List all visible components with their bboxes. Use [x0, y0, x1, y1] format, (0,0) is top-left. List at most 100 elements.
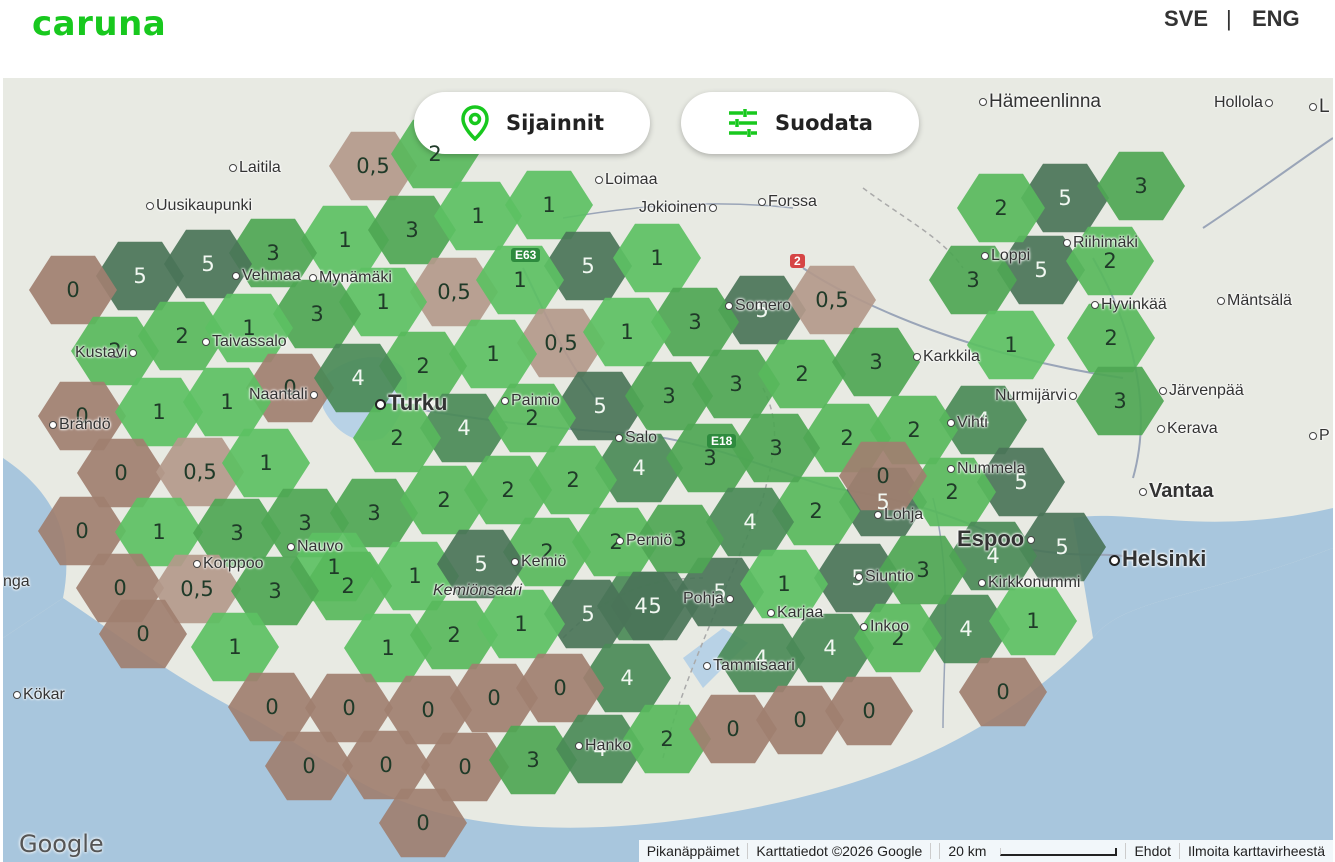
hex-value: 0: [793, 708, 807, 732]
hex-value: 1: [327, 555, 341, 579]
hex-value: 1: [471, 204, 485, 228]
hex-value: 3: [869, 350, 883, 374]
map-view[interactable]: Sijainnit Suodata E63 E18 2 0,5 2 1 3 1 3 5 5 1 5…: [3, 78, 1333, 862]
place-paimio: Paimio: [501, 392, 560, 410]
place-pernio: Perniö: [616, 532, 672, 550]
hex-value: 0: [862, 699, 876, 723]
hex-value: 4: [959, 617, 973, 641]
place-jokioinen: Jokioinen: [639, 199, 719, 217]
lang-sve-link[interactable]: SVE: [1164, 6, 1208, 32]
place-kemionsaari: Kemiönsaari: [433, 582, 522, 599]
place-kerava: Kerava: [1157, 420, 1218, 438]
hex-value: 2: [416, 354, 430, 378]
place-riihimaki: Riihimäki: [1063, 234, 1138, 252]
hex-value: 0: [265, 695, 279, 719]
place-siuntio: Siuntio: [855, 568, 914, 586]
hex-value: 2: [795, 362, 809, 386]
place-nummela: Nummela: [947, 460, 1025, 478]
hex-value: 1: [486, 342, 500, 366]
hex-value: 3: [662, 384, 676, 408]
google-logo[interactable]: Google: [19, 830, 104, 858]
map-data-label: Karttatiedot ©2026 Google: [747, 843, 930, 859]
place-nurmijarvi: Nurmijärvi: [995, 387, 1079, 405]
hex-value: 2: [907, 418, 921, 442]
place-tammisaari: Tammisaari: [703, 657, 795, 675]
hex-value: 3: [526, 748, 540, 772]
place-pohja: Pohja: [683, 590, 736, 608]
hex-value: 3: [673, 527, 687, 551]
hex-value: 0,5: [183, 460, 217, 484]
hex-value: 0,5: [437, 280, 471, 304]
hex-value: 1: [542, 193, 556, 217]
place-loppi: Loppi: [981, 247, 1030, 265]
hex-value: 3: [729, 372, 743, 396]
hex-value: 2: [945, 480, 959, 504]
place-somero: Somero: [725, 297, 791, 315]
map-pin-icon: [461, 105, 489, 141]
hex-value: 3: [367, 501, 381, 525]
lang-eng-link[interactable]: ENG: [1252, 6, 1300, 32]
hex-value: 1: [381, 636, 395, 660]
place-kustavi: Kustavi: [75, 344, 139, 362]
map-attribution-bar: Pikanäppäimet Karttatiedot ©2026 Google …: [638, 840, 1333, 862]
hex-value: 1: [220, 390, 234, 414]
hex-value: 0: [726, 717, 740, 741]
hex-value: 0: [342, 696, 356, 720]
place-vihti: Vihti: [947, 414, 988, 432]
report-map-error-link[interactable]: Ilmoita karttavirheestä: [1179, 843, 1333, 859]
place-karjaa: Karjaa: [767, 604, 823, 622]
hex-value: 1: [650, 246, 664, 270]
hex-value: 1: [152, 400, 166, 424]
hex-value: 1: [513, 268, 527, 292]
scale-indicator[interactable]: 20 km: [930, 843, 1125, 859]
hex-value: 2: [390, 426, 404, 450]
place-p: P: [1309, 427, 1330, 445]
filter-button[interactable]: Suodata: [681, 92, 919, 154]
hex-value: 3: [966, 268, 980, 292]
filter-label: Suodata: [775, 111, 873, 135]
place-laitila: Laitila: [229, 159, 281, 177]
hex-value: 1: [514, 612, 528, 636]
hex-value: 2: [840, 426, 854, 450]
place-hyvinkaa: Hyvinkää: [1091, 296, 1167, 314]
place-turku: Turku: [375, 390, 447, 416]
place-mantsala: Mäntsälä: [1217, 292, 1292, 310]
hex-value: 4: [743, 510, 757, 534]
place-korppoo: Korppoo: [193, 555, 264, 573]
place-helsinki: Helsinki: [1109, 546, 1206, 572]
place-kirkkonummi: Kirkkonummi: [978, 574, 1080, 592]
hex-value: 1: [1026, 609, 1040, 633]
lang-separator: |: [1226, 6, 1232, 31]
place-kokar: Kökar: [13, 686, 65, 704]
place-brando: Brändö: [49, 416, 111, 434]
terms-link[interactable]: Ehdot: [1125, 843, 1179, 859]
hex-value: 5: [1055, 535, 1069, 559]
place-inga: nga: [3, 573, 30, 590]
hex-value: 0: [136, 622, 150, 646]
keyboard-shortcuts-link[interactable]: Pikanäppäimet: [639, 843, 748, 859]
hex-value: 0: [996, 680, 1010, 704]
locations-button[interactable]: Sijainnit: [414, 92, 650, 154]
place-salo: Salo: [615, 429, 657, 447]
hex-value: 0: [379, 753, 393, 777]
hex-value: 2: [341, 574, 355, 598]
hex-value: 1: [152, 520, 166, 544]
scale-label: 20 km: [939, 843, 995, 859]
hex-value: 1: [376, 290, 390, 314]
hex-value: 0,5: [815, 288, 849, 312]
place-naantali: Naantali: [249, 386, 320, 404]
caruna-logo[interactable]: caruna: [32, 4, 166, 44]
site-header: caruna SVE | ENG: [0, 0, 1335, 78]
hex-value: 5: [1034, 258, 1048, 282]
hex-value: 0: [114, 461, 128, 485]
hex-value: 3: [310, 302, 324, 326]
hex-value: 2: [175, 324, 189, 348]
place-vehmaa: Vehmaa: [232, 267, 301, 285]
place-loimaa: Loimaa: [595, 171, 657, 189]
hex-value: 2: [437, 488, 451, 512]
hex-value: 5: [133, 264, 147, 288]
hex-value: 0: [421, 698, 435, 722]
road-sign-2: 2: [790, 254, 805, 268]
place-taivassalo: Taivassalo: [202, 333, 287, 351]
hex-value: 0,5: [544, 331, 578, 355]
